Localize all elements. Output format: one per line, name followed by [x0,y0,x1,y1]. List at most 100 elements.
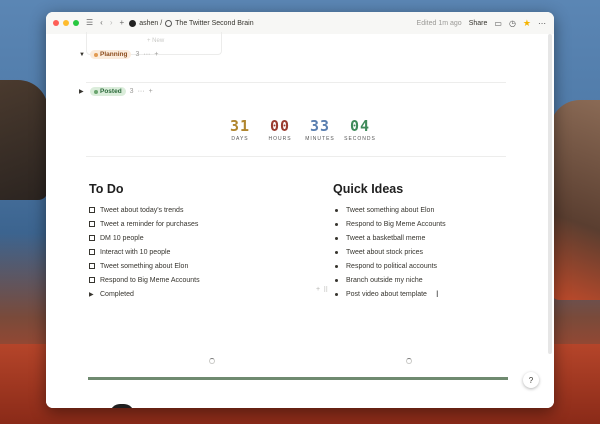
idea-item-text[interactable]: Branch outside my niche [346,277,423,284]
loading-spinner-icon [209,358,215,364]
idea-item-text[interactable]: Respond to Big Meme Accounts [346,221,446,228]
bullet-icon [335,264,338,268]
idea-item[interactable]: Branch outside my niche [333,273,513,287]
idea-item-text[interactable]: Tweet a basketball meme [346,235,425,242]
share-button[interactable]: Share [469,20,488,27]
clock-icon[interactable]: ◷ [509,19,516,28]
idea-item[interactable]: Post video about template I [333,287,513,301]
checkbox[interactable] [89,263,95,269]
group-add-button[interactable]: + [149,88,153,95]
idea-item-text[interactable]: Post video about template [346,291,427,298]
status-pill-posted: Posted [90,87,126,96]
bullet-icon [335,208,338,212]
todo-item[interactable]: Tweet something about Elon [89,259,319,273]
page-content: + New ▼ Planning 3 ··· + ▶ Posted 3 ··· … [46,32,554,408]
todo-item[interactable]: Interact with 10 people [89,245,319,259]
group-add-button[interactable]: + [154,51,158,58]
text-cursor-icon: I [435,289,439,299]
status-dot-icon [94,89,98,94]
countdown-hours: 00 HOURS [267,118,293,142]
todo-column: To Do Tweet about today's trends Tweet a… [89,182,319,301]
edited-status: Edited 1m ago [416,19,462,27]
group-name: Planning [100,51,128,58]
comment-icon[interactable]: ▭ [494,19,502,28]
page-title[interactable]: The Twitter Second Brain [175,20,253,27]
completed-label[interactable]: Completed [100,291,134,298]
loading-spinner-icon [406,358,412,364]
sidebar-icon[interactable]: ☰ [86,19,93,27]
group-more-button[interactable]: ··· [143,51,150,58]
scrollbar[interactable] [548,34,552,354]
ideas-heading: Quick Ideas [333,182,404,196]
zoom-window-button[interactable] [73,20,79,26]
countdown-value: 00 [269,117,291,135]
todo-item[interactable]: Tweet about today's trends [89,203,319,217]
more-icon[interactable]: ⋯ [538,19,546,28]
bullet-icon [335,250,338,254]
todo-heading: To Do [89,182,124,196]
todo-item-text[interactable]: Tweet about today's trends [100,207,183,214]
star-icon[interactable]: ★ [523,18,531,29]
caret-down-icon[interactable]: ▼ [79,52,86,58]
todo-item[interactable]: DM 10 people [89,231,319,245]
countdown-days: 31 DAYS [227,118,253,142]
countdown-seconds: 04 SECONDS [344,118,376,142]
group-name: Posted [100,88,122,95]
todo-item-text[interactable]: DM 10 people [100,235,144,242]
chevron-left-icon[interactable]: ‹ [100,19,103,27]
bullet-icon [335,278,338,282]
bullet-icon [335,236,338,240]
breadcrumb-user[interactable]: ashen / [139,20,162,27]
countdown-widget: 31 DAYS 00 HOURS 33 MINUTES 04 SECONDS [46,118,554,142]
countdown-label: SECONDS [344,136,376,142]
ideas-column: Quick Ideas Tweet something about Elon R… [333,182,513,301]
group-posted[interactable]: ▶ Posted 3 ··· + [79,87,153,96]
idea-item-text[interactable]: Tweet about stock prices [346,249,423,256]
drag-handle-icon[interactable]: ⠿ [323,286,328,294]
help-button[interactable]: ? [523,372,539,388]
checkbox[interactable] [89,277,95,283]
countdown-label: MINUTES [305,136,335,142]
todo-item[interactable]: Tweet a reminder for purchases [89,217,319,231]
idea-item[interactable]: Tweet a basketball meme [333,231,513,245]
add-block-icon[interactable]: + [316,286,320,294]
plus-icon[interactable]: + [120,19,125,27]
avatar [110,404,134,408]
new-card-placeholder[interactable]: + New [147,38,164,44]
idea-item-text[interactable]: Respond to political accounts [346,263,437,270]
checkbox[interactable] [89,221,95,227]
countdown-value: 33 [309,117,331,135]
idea-item[interactable]: Respond to political accounts [333,259,513,273]
todo-item-text[interactable]: Respond to Big Meme Accounts [100,277,200,284]
todo-item-text[interactable]: Tweet a reminder for purchases [100,221,198,228]
bullet-icon [335,292,338,296]
idea-item[interactable]: Tweet something about Elon [333,203,513,217]
idea-item[interactable]: Tweet about stock prices [333,245,513,259]
user-avatar-icon [129,19,137,27]
idea-item[interactable]: Respond to Big Meme Accounts [333,217,513,231]
caret-right-icon[interactable]: ▶ [79,88,86,95]
app-window: ☰ ‹ › + ashen / The Twitter Second Brain… [46,12,554,408]
checkbox[interactable] [89,249,95,255]
titlebar-actions: Edited 1m ago Share ▭ ◷ ★ ⋯ [417,18,546,29]
todo-item-text[interactable]: Tweet something about Elon [100,263,188,270]
window-controls [53,20,79,26]
close-window-button[interactable] [53,20,59,26]
countdown-value: 31 [229,117,251,135]
group-more-button[interactable]: ··· [138,88,145,95]
divider [86,156,506,157]
checkbox[interactable] [89,235,95,241]
completed-toggle[interactable]: ▶ Completed [89,287,319,301]
todo-item-text[interactable]: Interact with 10 people [100,249,170,256]
background-cliff-left [0,80,48,200]
toggle-right-icon[interactable]: ▶ [89,291,95,298]
idea-item-text[interactable]: Tweet something about Elon [346,207,434,214]
block-handles: + ⠿ [316,286,328,294]
group-planning[interactable]: ▼ Planning 3 ··· + [79,50,158,59]
checkbox[interactable] [89,207,95,213]
minimize-window-button[interactable] [63,20,69,26]
status-pill-planning: Planning [90,50,132,59]
todo-item[interactable]: Respond to Big Meme Accounts [89,273,319,287]
chevron-right-icon[interactable]: › [110,19,113,27]
section-divider-bar [88,377,508,380]
